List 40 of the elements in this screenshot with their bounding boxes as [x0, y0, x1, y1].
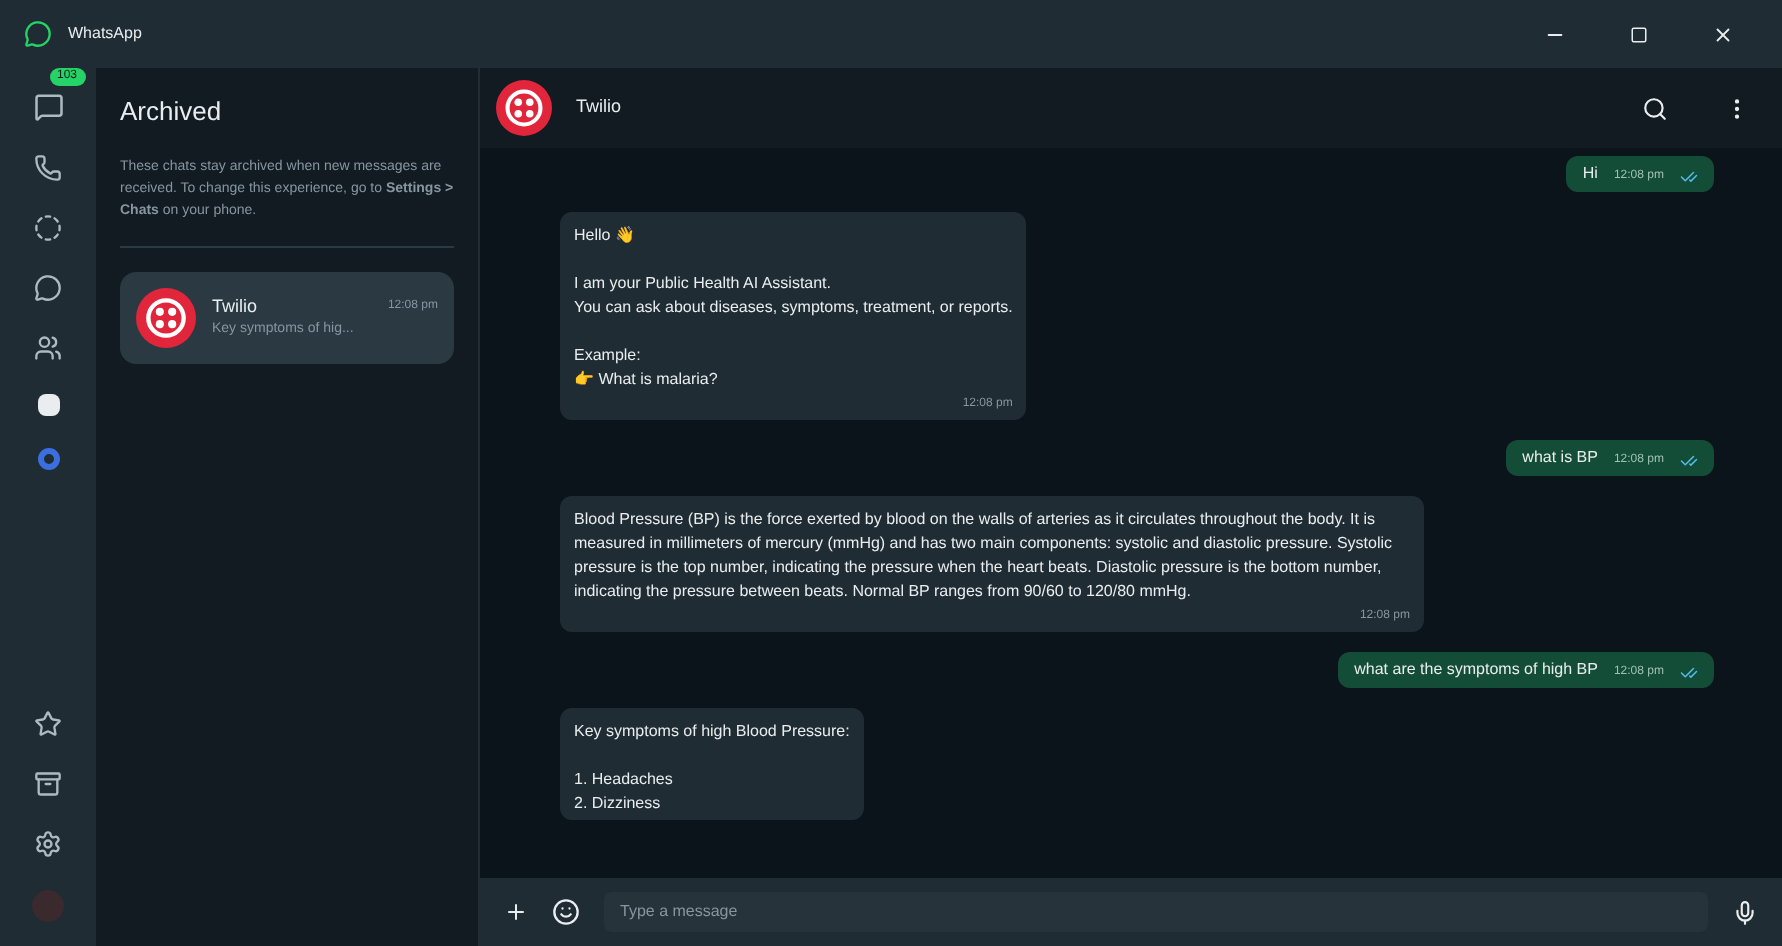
message-text: Key symptoms of high Blood Pressure: — [574, 720, 850, 744]
read-check-icon — [1680, 664, 1698, 682]
window-title: WhatsApp — [68, 22, 142, 46]
emoji-icon[interactable] — [552, 898, 580, 926]
avatar-icon — [136, 287, 196, 347]
message-field[interactable]: Type a message — [604, 892, 1708, 932]
search-icon[interactable] — [1642, 95, 1668, 121]
message-text: You can ask about diseases, symptoms, treatment, or reports. — [574, 296, 1013, 320]
message-text: what are the symptoms of high BP — [1354, 658, 1598, 682]
contact-name: Twilio — [576, 94, 624, 121]
settings-icon[interactable] — [34, 830, 62, 858]
maximize-icon — [1630, 25, 1648, 43]
message-input[interactable]: Type a message — [620, 900, 1692, 924]
phone-icon[interactable] — [34, 154, 62, 182]
channels-icon[interactable] — [34, 274, 62, 302]
archive-icon[interactable] — [34, 770, 62, 798]
message-text: what is BP — [1522, 446, 1598, 470]
message-text: Example: — [574, 344, 643, 368]
square-app-icon[interactable] — [37, 394, 59, 416]
ring-app-icon[interactable] — [37, 448, 59, 470]
close-icon — [1712, 23, 1734, 45]
chat-name: Twilio — [212, 293, 258, 319]
message-text: Blood Pressure (BP) is the force exerted by blood on the walls of arteries as it circulates throughout the body. It is measured in millimeters of mercury (mmHg) and has two main components: systolic and diastolic pressure. Systolic pressure is the top number, indicating the pressure when the heart beats. Diastolic pressure is the bottom number, indicating the pressure between beats. Normal BP ranges from 90/60 to 120/80 mmHg. — [574, 508, 1395, 604]
attach-icon[interactable] — [504, 900, 528, 924]
communities-icon[interactable] — [34, 334, 62, 362]
avatar-icon — [496, 80, 552, 136]
message-text: Hello 👋 — [574, 224, 637, 248]
status-icon[interactable] — [34, 214, 62, 242]
microphone-icon[interactable] — [1732, 899, 1758, 925]
panel-title: Archived — [120, 94, 224, 130]
app-logo-icon — [24, 20, 52, 48]
message-text: 👉 What is malaria? — [574, 368, 720, 392]
message-text: 2. Dizziness — [574, 792, 663, 816]
message-text: 1. Headaches — [574, 768, 675, 792]
chats-icon[interactable] — [33, 92, 63, 122]
read-check-icon — [1680, 452, 1698, 470]
read-check-icon — [1680, 168, 1698, 186]
message-text: I am your Public Health AI Assistant. — [574, 272, 834, 296]
starred-icon[interactable] — [34, 710, 62, 738]
message-text: Hi — [1582, 162, 1598, 186]
